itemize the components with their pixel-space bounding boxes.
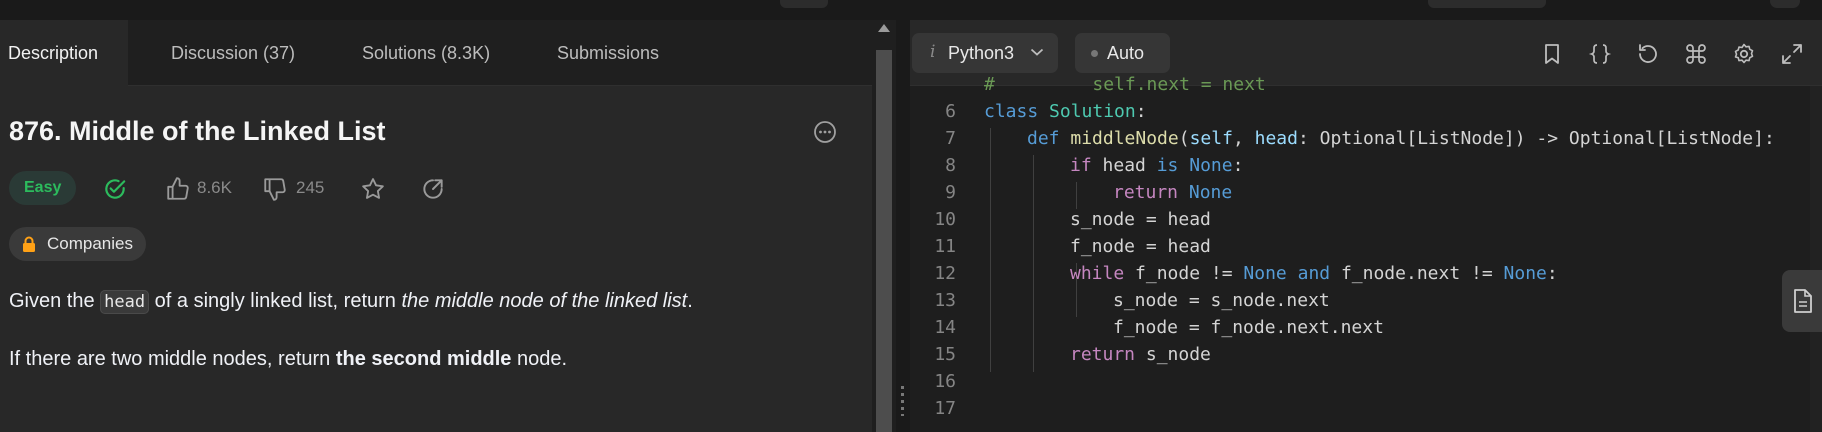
companies-label: Companies [47, 234, 133, 253]
side-panel-toggle[interactable] [1782, 270, 1822, 332]
code-line: 14 f_node = f_node.next.next [910, 317, 1822, 344]
line-number: 13 [934, 290, 956, 311]
likes-count: 8.6K [197, 178, 232, 197]
line-number: 14 [934, 317, 956, 338]
settings-gear-icon[interactable] [1732, 42, 1756, 66]
code-line: 15 return s_node [910, 344, 1822, 371]
mode-label: Auto [1107, 43, 1145, 63]
code-line: # self.next = next [910, 74, 1822, 101]
line-number: 16 [934, 371, 956, 392]
top-bar [0, 0, 1822, 20]
resize-grip-icon[interactable] [901, 386, 904, 416]
language-select[interactable]: i Python3 [912, 33, 1058, 73]
code-text: return s_node [1070, 344, 1211, 365]
top-bar-button[interactable] [780, 0, 828, 8]
avatar[interactable] [1770, 0, 1800, 8]
problem-tabs: Description Discussion (37) Solutions (8… [0, 20, 872, 86]
tab-discussion[interactable]: Discussion (37) [171, 20, 295, 86]
code-text: if head is None: [1070, 155, 1244, 176]
star-icon[interactable] [360, 176, 386, 202]
code-text: f_node = head [1070, 236, 1211, 257]
scroll-thumb[interactable] [876, 50, 892, 432]
line-number: 7 [945, 128, 956, 149]
more-options-icon[interactable] [813, 120, 837, 144]
top-bar-button[interactable] [1428, 0, 1546, 8]
thumbs-down-icon[interactable] [262, 176, 288, 202]
problem-panel: Description Discussion (37) Solutions (8… [0, 20, 872, 432]
code-text: while f_node != None and f_node.next != … [1070, 263, 1558, 284]
tab-solutions[interactable]: Solutions (8.3K) [362, 20, 490, 86]
format-braces-icon[interactable] [1588, 42, 1612, 66]
code-line: 16 [910, 371, 1822, 398]
code-text: def middleNode(self, head: Optional[List… [1027, 128, 1775, 149]
dislikes-count: 245 [296, 178, 325, 197]
chevron-down-icon [1030, 48, 1044, 56]
code-line: 9 return None [910, 182, 1822, 209]
auto-mode-button[interactable]: Auto [1075, 33, 1170, 73]
code-line: 13 s_node = s_node.next [910, 290, 1822, 317]
tab-submissions[interactable]: Submissions [557, 20, 659, 86]
companies-button[interactable]: Companies [9, 227, 146, 261]
text: of a singly linked list, return [149, 290, 402, 312]
line-number: 15 [934, 344, 956, 365]
text: If there are two middle nodes, return [9, 348, 336, 370]
problem-badges: Easy 8.6K 245 [9, 171, 529, 205]
code-line: 10 s_node = head [910, 209, 1822, 236]
text: . [687, 290, 693, 312]
code-editor[interactable]: # self.next = next 6 class Solution: 7 d… [910, 74, 1822, 432]
line-number: 8 [945, 155, 956, 176]
thumbs-up-icon[interactable] [165, 176, 191, 202]
scroll-up-icon[interactable] [878, 24, 890, 32]
share-icon[interactable] [420, 176, 446, 202]
document-icon [1794, 289, 1812, 313]
code-text: class Solution: [984, 101, 1147, 122]
code-line: 7 def middleNode(self, head: Optional[Li… [910, 128, 1822, 155]
line-number: 17 [934, 398, 956, 419]
code-line: 8 if head is None: [910, 155, 1822, 182]
bookmark-icon[interactable] [1540, 42, 1564, 66]
lock-icon [23, 236, 35, 252]
code-text: s_node = head [1070, 209, 1211, 230]
inline-code: head [100, 290, 150, 314]
text: Given the [9, 290, 101, 312]
line-number: 10 [934, 209, 956, 230]
difficulty-badge: Easy [9, 171, 77, 205]
emphasis-text: the middle node of the linked list [401, 290, 688, 312]
code-line: 6 class Solution: [910, 101, 1822, 128]
solved-check-icon [105, 179, 126, 199]
problem-description: 876. Middle of the Linked List Easy 8.6K… [0, 86, 872, 432]
code-line: 11 f_node = head [910, 236, 1822, 263]
code-line: 17 [910, 398, 1822, 425]
code-panel: i Python3 Auto # self.next = next 6 clas… [910, 20, 1822, 432]
panel-resizer[interactable] [896, 20, 910, 432]
code-text: s_node = s_node.next [1113, 290, 1330, 311]
description-paragraph-2: If there are two middle nodes, return th… [9, 348, 567, 371]
editor-scrollbar[interactable] [1810, 86, 1822, 432]
description-paragraph-1: Given the head of a singly linked list, … [9, 290, 693, 314]
shortcuts-command-icon[interactable] [1684, 42, 1708, 66]
reset-icon[interactable] [1636, 42, 1660, 66]
description-scrollbar[interactable] [872, 20, 896, 432]
info-icon: i [930, 42, 936, 62]
page-title: 876. Middle of the Linked List [9, 116, 386, 146]
fullscreen-icon[interactable] [1780, 42, 1804, 66]
text: node. [511, 348, 568, 370]
status-dot-icon [1091, 50, 1098, 57]
line-number: 11 [934, 236, 956, 257]
line-number: 9 [945, 182, 956, 203]
code-text: # self.next = next [984, 74, 1266, 95]
line-number: 6 [945, 101, 956, 122]
bold-text: the second middle [335, 348, 512, 370]
tab-description[interactable]: Description [0, 20, 128, 86]
line-number: 12 [934, 263, 956, 284]
language-label: Python3 [948, 43, 1015, 63]
code-text: return None [1113, 182, 1233, 203]
code-text: f_node = f_node.next.next [1113, 317, 1384, 338]
code-line: 12 while f_node != None and f_node.next … [910, 263, 1822, 290]
